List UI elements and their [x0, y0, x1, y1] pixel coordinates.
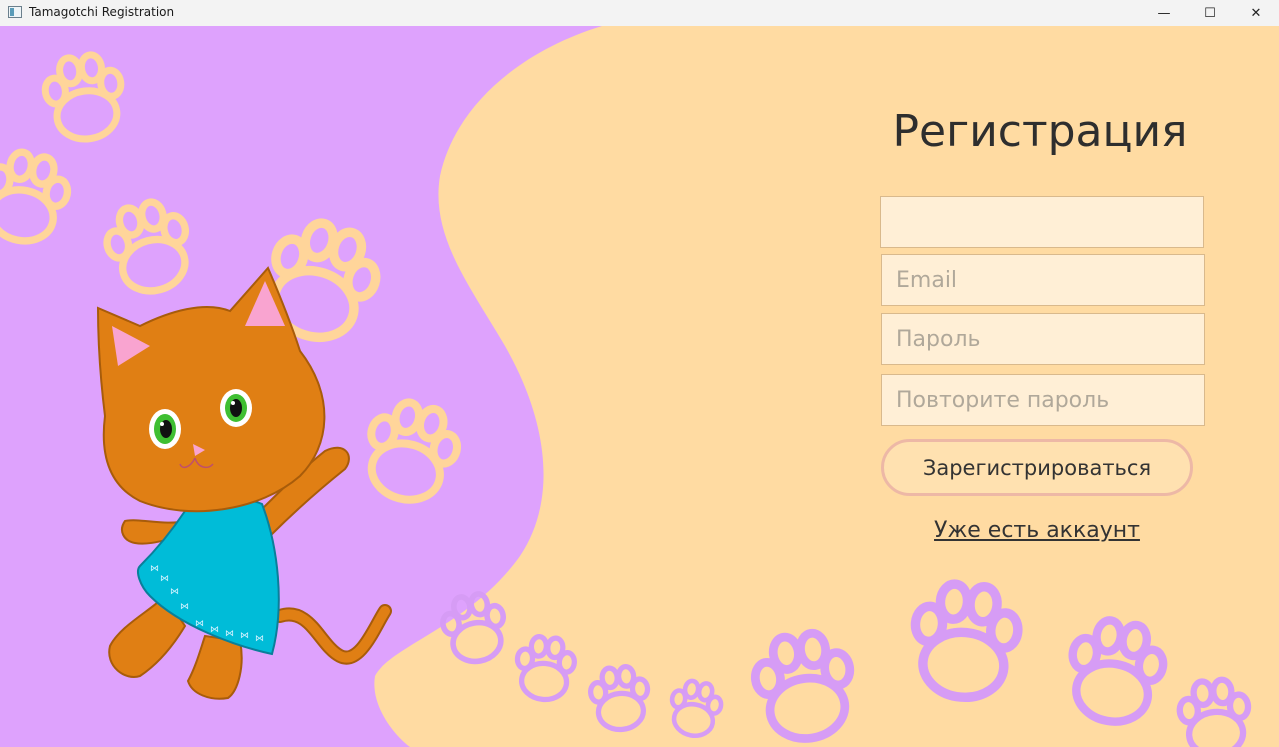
svg-text:⋈: ⋈ [210, 625, 219, 635]
page-title: Регистрация [892, 106, 1188, 157]
register-button[interactable]: Зарегистрироваться [881, 439, 1193, 496]
svg-text:⋈: ⋈ [180, 602, 189, 612]
close-icon[interactable]: ✕ [1233, 0, 1279, 26]
window-content: ⋈⋈⋈ ⋈⋈⋈ ⋈⋈⋈ Регистрация Зарегис [0, 26, 1279, 747]
username-field[interactable] [880, 196, 1204, 248]
app-icon [8, 6, 22, 18]
svg-text:⋈: ⋈ [170, 587, 179, 597]
repeat-password-field[interactable] [881, 374, 1205, 426]
svg-text:⋈: ⋈ [150, 564, 159, 574]
login-link[interactable]: Уже есть аккаунт [881, 518, 1193, 543]
svg-text:⋈: ⋈ [225, 629, 234, 639]
title-bar: Tamagotchi Registration — ☐ ✕ [0, 0, 1279, 26]
password-field[interactable] [881, 313, 1205, 365]
svg-text:⋈: ⋈ [255, 634, 264, 644]
svg-text:⋈: ⋈ [195, 619, 204, 629]
svg-text:⋈: ⋈ [240, 631, 249, 641]
maximize-icon[interactable]: ☐ [1187, 0, 1233, 26]
paw-print-icon [439, 581, 1252, 747]
minimize-icon[interactable]: — [1141, 0, 1187, 26]
email-field[interactable] [881, 254, 1205, 306]
window-title: Tamagotchi Registration [29, 5, 175, 19]
svg-text:⋈: ⋈ [160, 574, 169, 584]
